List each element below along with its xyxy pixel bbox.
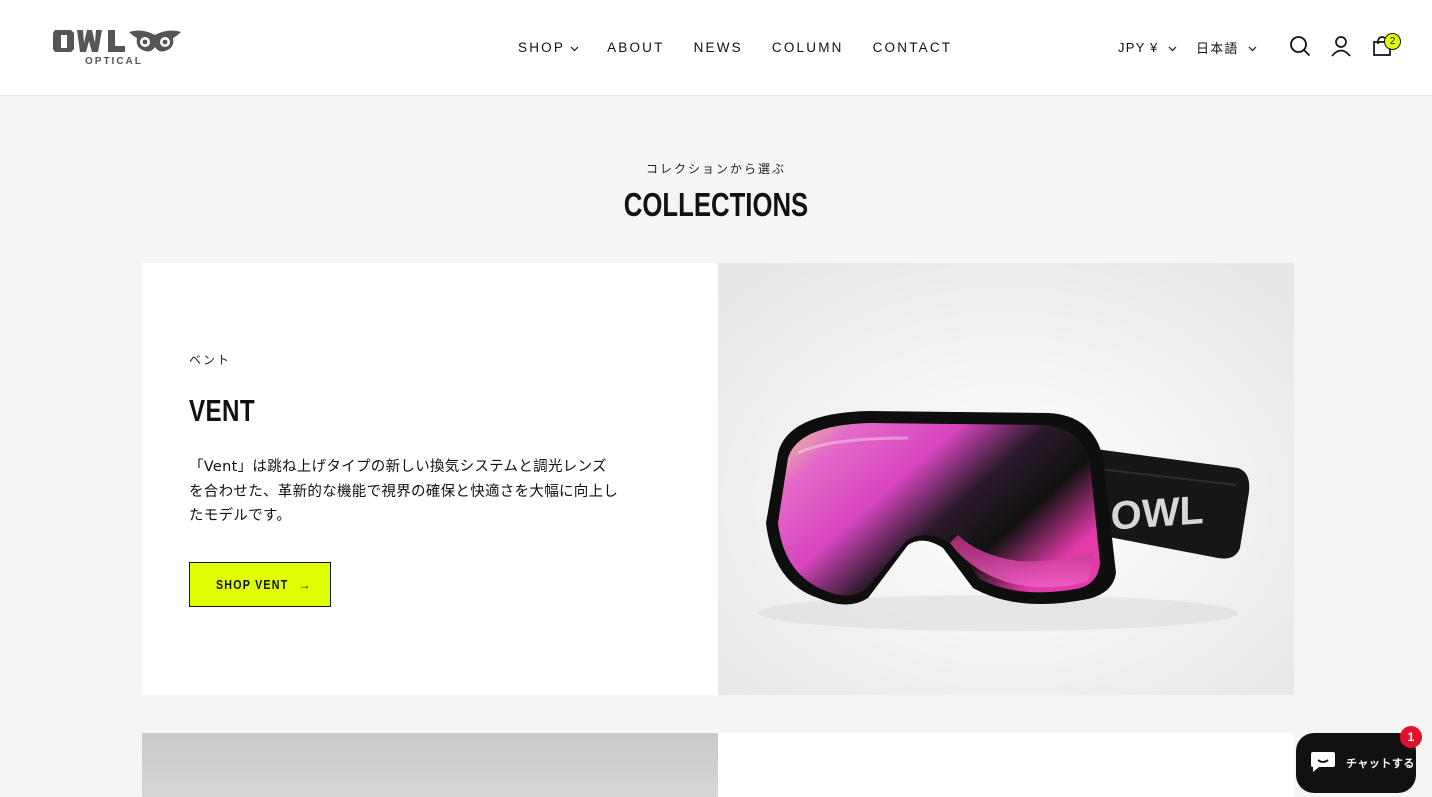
nav-contact[interactable]: CONTACT <box>873 40 953 55</box>
nav-news[interactable]: NEWS <box>694 40 743 55</box>
chevron-down-icon <box>1248 40 1257 55</box>
chat-label: チャットする <box>1346 757 1415 770</box>
collection-text: ベント VENT 「Vent」は跳ね上げタイプの新しい換気システムと調光レンズを… <box>189 263 629 695</box>
next-collection-text <box>718 733 1294 797</box>
chat-notification-badge: 1 <box>1400 726 1422 748</box>
search-icon[interactable] <box>1287 33 1313 59</box>
section-heading: COLLECTIONS <box>623 186 809 223</box>
collection-subtitle: ベント <box>189 353 232 367</box>
currency-selector[interactable]: JPY ¥ <box>1118 37 1177 57</box>
vent-goggles-image[interactable]: OWL <box>718 263 1294 695</box>
shop-vent-button[interactable]: SHOP VENT → <box>189 562 331 607</box>
chat-bubble-icon <box>1310 749 1336 777</box>
svg-text:OWL: OWL <box>1111 488 1204 539</box>
collection-title: VENT <box>189 393 256 428</box>
language-label: 日本語 <box>1196 40 1239 56</box>
shop-vent-button-label: SHOP VENT <box>216 577 289 592</box>
collection-description: 「Vent」は跳ね上げタイプの新しい換気システムと調光レンズを合わせた、革新的な… <box>189 459 619 524</box>
owl-optical-logo[interactable]: OPTICAL <box>53 26 183 66</box>
nav-column[interactable]: COLUMN <box>772 40 844 55</box>
nav-shop[interactable]: SHOP <box>518 40 579 55</box>
section-subheading: コレクションから選ぶ <box>645 162 786 176</box>
cart-count-badge: 2 <box>1384 33 1401 50</box>
svg-text:OPTICAL: OPTICAL <box>85 56 143 66</box>
language-selector[interactable]: 日本語 <box>1196 37 1257 57</box>
nav-about[interactable]: ABOUT <box>607 40 665 55</box>
currency-label: JPY ¥ <box>1118 39 1159 55</box>
next-collection-image[interactable] <box>142 733 718 797</box>
account-icon[interactable] <box>1328 33 1354 59</box>
nav-shop-label: SHOP <box>518 39 566 55</box>
chat-button[interactable]: チャットする <box>1296 733 1416 793</box>
collection-card: ベント VENT 「Vent」は跳ね上げタイプの新しい換気システムと調光レンズを… <box>142 263 1294 695</box>
chevron-down-icon <box>1168 40 1177 55</box>
main-nav: SHOP ABOUT NEWS COLUMN CONTACT <box>518 37 952 57</box>
chevron-down-icon <box>570 40 579 55</box>
site-header: OPTICAL SHOP ABOUT NEWS COLUMN CONTACT J… <box>0 0 1432 96</box>
arrow-right-icon: → <box>298 577 312 592</box>
